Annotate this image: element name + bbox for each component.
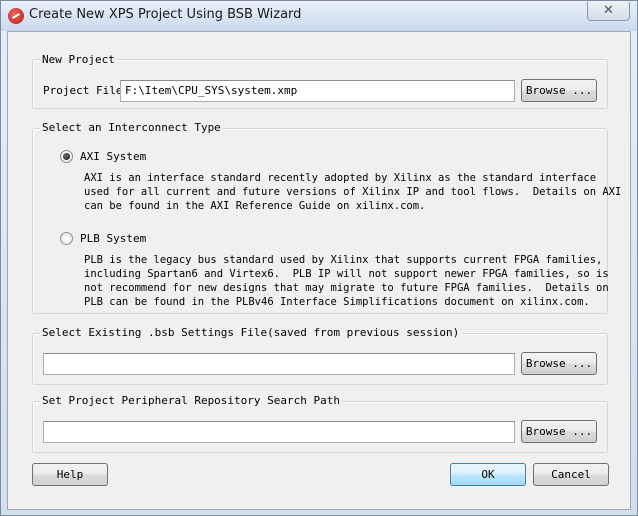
ok-button[interactable]: OK: [450, 463, 526, 486]
repo-path-group-label: Set Project Peripheral Repository Search…: [40, 394, 343, 407]
plb-system-radio[interactable]: [60, 232, 73, 245]
interconnect-group-label: Select an Interconnect Type: [40, 121, 223, 134]
wizard-dialog: Create New XPS Project Using BSB Wizard …: [0, 0, 638, 516]
plb-description-line: PLB is the legacy bus standard used by X…: [84, 254, 603, 266]
bsb-settings-browse-button[interactable]: Browse ...: [521, 352, 597, 375]
bsb-settings-group-label: Select Existing .bsb Settings File(saved…: [40, 326, 462, 339]
axi-system-label[interactable]: AXI System: [80, 150, 146, 163]
project-file-browse-button[interactable]: Browse ...: [521, 79, 597, 102]
project-file-label: Project File: [43, 84, 123, 97]
window-title: Create New XPS Project Using BSB Wizard: [29, 7, 302, 22]
repo-path-input[interactable]: [43, 421, 515, 443]
project-file-input[interactable]: F:\Item\CPU_SYS\system.xmp: [120, 80, 515, 102]
help-button[interactable]: Help: [32, 463, 108, 486]
bsb-settings-input[interactable]: [43, 353, 515, 375]
axi-description-line: used for all current and future versions…: [84, 186, 622, 198]
plb-system-label[interactable]: PLB System: [80, 232, 146, 245]
cancel-button[interactable]: Cancel: [533, 463, 609, 486]
plb-description-line: including Spartan6 and Virtex6. PLB IP w…: [84, 268, 609, 280]
title-bar[interactable]: Create New XPS Project Using BSB Wizard …: [1, 1, 637, 31]
plb-description-line: not recommend for new designs that may m…: [84, 282, 609, 294]
axi-description-line: AXI is an interface standard recently ad…: [84, 172, 597, 184]
close-button[interactable]: ✕: [587, 2, 630, 21]
dialog-body: New Project Project File F:\Item\CPU_SYS…: [7, 31, 631, 510]
new-project-group-label: New Project: [40, 53, 117, 66]
axi-description-line: can be found in the AXI Reference Guide …: [84, 200, 426, 212]
plb-description-line: PLB can be found in the PLBv46 Interface…: [84, 296, 590, 308]
repo-path-browse-button[interactable]: Browse ...: [521, 420, 597, 443]
app-logo-icon: [8, 8, 24, 24]
axi-system-radio[interactable]: [60, 150, 73, 163]
